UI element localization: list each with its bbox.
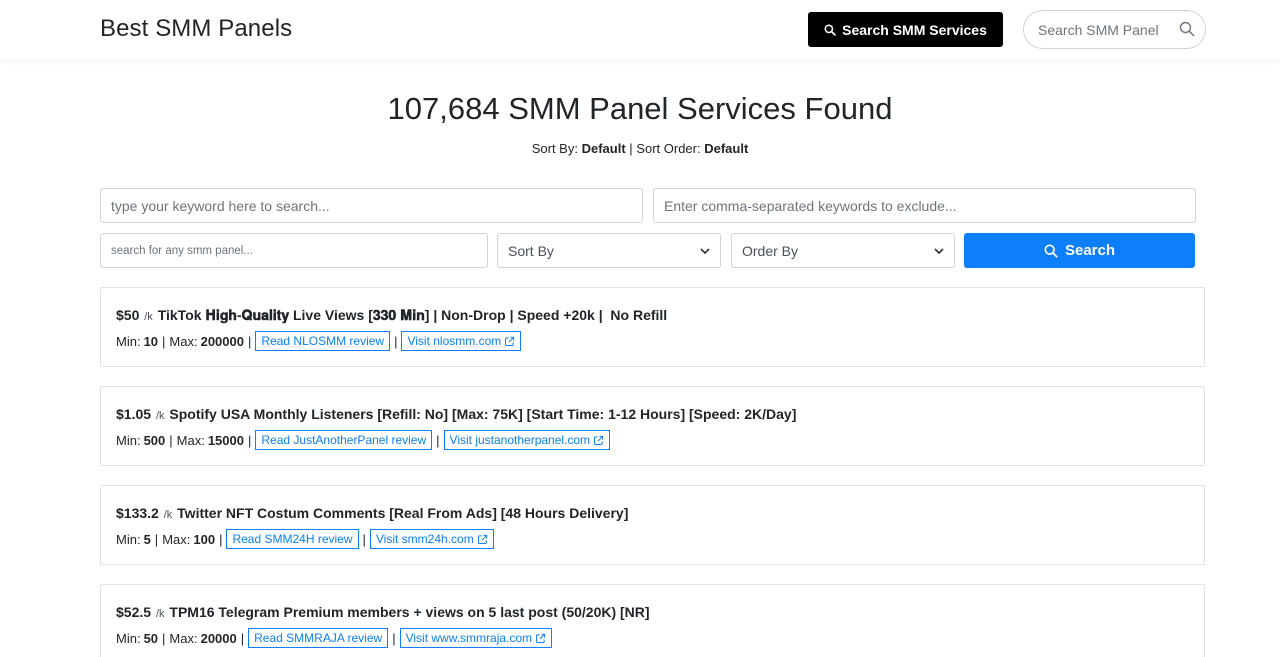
top-navbar: Best SMM Panels Search SMM Services — [0, 0, 1280, 59]
visit-site-link[interactable]: Visit justanotherpanel.com — [443, 430, 611, 450]
header-search-input[interactable] — [1038, 21, 1166, 38]
service-price: $52.5 — [116, 604, 152, 620]
max-value: 200000 — [200, 333, 244, 349]
min-label: Min: — [116, 630, 141, 646]
sort-order-label: Sort Order: — [636, 141, 701, 156]
max-value: 15000 — [207, 432, 244, 448]
external-link-icon — [477, 534, 487, 544]
service-card: $1.05 /k Spotify USA Monthly Listeners [… — [100, 386, 1205, 466]
external-link-icon — [594, 435, 604, 445]
read-review-link[interactable]: Read SMMRAJA review — [248, 628, 389, 648]
divider: | — [162, 333, 166, 349]
read-review-link[interactable]: Read JustAnotherPanel review — [255, 430, 433, 450]
divider: | — [362, 531, 366, 547]
visit-site-label: Visit nlosmm.com — [407, 334, 502, 348]
sort-order-value: Default — [704, 141, 749, 156]
max-label: Max: — [176, 432, 205, 448]
service-title: $52.5 /k TPM16 Telegram Premium members … — [116, 604, 650, 620]
max-value: 20000 — [200, 630, 237, 646]
visit-site-label: Visit www.smmraja.com — [405, 631, 533, 645]
service-card: $52.5 /k TPM16 Telegram Premium members … — [100, 584, 1205, 657]
divider: | — [162, 630, 166, 646]
service-meta: Min: 5 | Max: 100 | Read SMM24H review | V… — [116, 529, 494, 549]
service-meta: Min: 10 | Max: 200000 | Read NLOSMM review… — [116, 331, 522, 351]
service-meta: Min: 50 | Max: 20000 | Read SMMRAJA review… — [116, 628, 553, 648]
search-icon — [1044, 243, 1058, 258]
service-card: $50 /k TikTok 𝐇𝐢𝐠𝐡-𝐐𝐮𝐚𝐥𝐢𝐭𝐲 Live Views [𝟑… — [100, 287, 1205, 367]
chevron-down-icon — [934, 248, 944, 255]
external-link-icon — [505, 336, 515, 346]
visit-site-label: Visit smm24h.com — [375, 532, 474, 546]
service-per-unit: /k — [144, 311, 153, 323]
visit-site-label: Visit justanotherpanel.com — [449, 433, 591, 447]
visit-site-link[interactable]: Visit smm24h.com — [369, 529, 494, 549]
page-title: 107,684 SMM Panel Services Found — [387, 91, 893, 126]
service-price: $1.05 — [116, 406, 152, 422]
min-value: 5 — [143, 531, 151, 547]
divider: | — [436, 432, 440, 448]
read-review-link[interactable]: Read NLOSMM review — [255, 331, 391, 351]
search-button[interactable]: Search — [964, 233, 1195, 268]
service-card: $133.2 /k Twitter NFT Costum Comments [R… — [100, 485, 1205, 565]
divider: | — [240, 630, 245, 646]
sort-by-value: Default — [581, 141, 626, 156]
min-value: 10 — [143, 333, 159, 349]
service-name: Spotify USA Monthly Listeners [Refill: N… — [169, 406, 797, 422]
search-services-label: Search SMM Services — [842, 21, 987, 38]
service-title: $1.05 /k Spotify USA Monthly Listeners [… — [116, 406, 796, 422]
panel-field[interactable] — [100, 233, 488, 268]
service-title: $133.2 /k Twitter NFT Costum Comments [R… — [116, 505, 628, 521]
divider: | — [219, 531, 223, 547]
keyword-input[interactable] — [111, 197, 642, 214]
divider: | — [154, 531, 159, 547]
divider: | — [247, 333, 252, 349]
divider: | — [247, 432, 252, 448]
service-price: $133.2 — [116, 505, 159, 521]
site-brand[interactable]: Best SMM Panels — [100, 15, 292, 43]
service-name: TPM16 Telegram Premium members + views o… — [169, 604, 650, 620]
min-value: 500 — [143, 432, 166, 448]
search-icon — [824, 24, 836, 36]
chevron-down-icon — [700, 248, 710, 255]
order-by-select-value: Order By — [742, 242, 799, 259]
keyword-field[interactable] — [100, 188, 643, 223]
divider: | — [169, 432, 173, 448]
sort-by-label: Sort By: — [531, 141, 578, 156]
visit-site-link[interactable]: Visit nlosmm.com — [401, 331, 522, 351]
sort-by-select[interactable]: Sort By — [497, 233, 721, 268]
max-value: 100 — [193, 531, 216, 547]
service-name: Twitter NFT Costum Comments [Real From A… — [177, 505, 629, 521]
divider: | — [392, 630, 396, 646]
read-review-link[interactable]: Read SMM24H review — [226, 529, 359, 549]
sort-by-select-value: Sort By — [508, 242, 554, 259]
search-services-button[interactable]: Search SMM Services — [808, 12, 1003, 47]
header-search-box[interactable] — [1023, 10, 1206, 49]
sort-summary: Sort By: Default | Sort Order: Default — [140, 141, 1140, 156]
min-label: Min: — [116, 333, 141, 349]
service-price: $50 — [116, 307, 140, 323]
visit-site-link[interactable]: Visit www.smmraja.com — [399, 628, 553, 648]
min-label: Min: — [116, 432, 141, 448]
panel-search-input[interactable] — [111, 244, 487, 257]
service-meta: Min: 500 | Max: 15000 | Read JustAnotherPa… — [116, 430, 611, 450]
min-value: 50 — [143, 630, 159, 646]
service-per-unit: /k — [155, 410, 165, 422]
max-label: Max: — [169, 333, 198, 349]
service-name: TikTok 𝐇𝐢𝐠𝐡-𝐐𝐮𝐚𝐥𝐢𝐭𝐲 Live Views [𝟑𝟑𝟎 𝐌𝐢𝐧]… — [157, 307, 668, 323]
service-title: $50 /k TikTok 𝐇𝐢𝐠𝐡-𝐐𝐮𝐚𝐥𝐢𝐭𝐲 Live Views [𝟑… — [116, 307, 667, 324]
service-per-unit: /k — [163, 509, 173, 521]
search-button-label: Search — [1064, 242, 1116, 259]
exclude-input[interactable] — [664, 197, 1195, 214]
divider: | — [394, 333, 398, 349]
min-label: Min: — [116, 531, 141, 547]
external-link-icon — [536, 633, 546, 643]
sort-divider: | — [629, 141, 633, 156]
service-per-unit: /k — [155, 608, 165, 620]
max-label: Max: — [162, 531, 191, 547]
search-icon[interactable] — [1179, 21, 1195, 37]
max-label: Max: — [169, 630, 198, 646]
order-by-select[interactable]: Order By — [731, 233, 955, 268]
exclude-field[interactable] — [653, 188, 1196, 223]
